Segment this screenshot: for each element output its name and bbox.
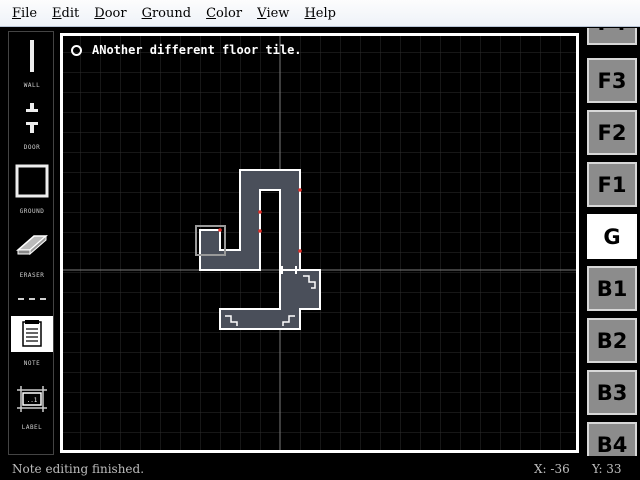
floor-button-b2[interactable]: B2 bbox=[587, 318, 637, 363]
menu-view[interactable]: View bbox=[249, 0, 296, 26]
note-text: ANother different floor tile. bbox=[92, 43, 302, 57]
status-bar: Note editing finished. X: -36 Y: 33 bbox=[0, 458, 640, 480]
eraser-icon bbox=[16, 234, 48, 256]
menu-color[interactable]: Color bbox=[198, 0, 249, 26]
note-marker[interactable] bbox=[258, 210, 262, 214]
menu-file[interactable]: File bbox=[4, 0, 44, 26]
door-tool-label: DOOR bbox=[23, 144, 41, 151]
cursor-y-readout: Y: 33 bbox=[592, 462, 622, 476]
note-circle-icon bbox=[71, 44, 82, 56]
door-icon bbox=[26, 103, 38, 133]
floor-button-f3[interactable]: F3 bbox=[587, 58, 637, 103]
note-marker[interactable] bbox=[298, 188, 302, 192]
note-marker[interactable] bbox=[258, 229, 262, 233]
label-box-icon: ..1 bbox=[17, 386, 47, 412]
note-tool-label: NOTE bbox=[23, 360, 41, 367]
label-tool[interactable]: ..1 LABEL bbox=[9, 382, 55, 438]
cursor-x-readout: X: -36 bbox=[534, 462, 570, 476]
eraser-tool[interactable]: ERASER bbox=[9, 228, 55, 284]
floor-button-b3[interactable]: B3 bbox=[587, 370, 637, 415]
floor-button-b1[interactable]: B1 bbox=[587, 266, 637, 311]
tool-palette: WALL DOOR GROUND ERASER NOTE ..1 LABEL bbox=[8, 31, 54, 455]
floor-button-b4[interactable]: B4 bbox=[587, 422, 637, 456]
floor-selector: F4 F3 F2 F1 G B1 B2 B3 B4 bbox=[584, 28, 640, 456]
door-tool[interactable]: DOOR bbox=[9, 100, 55, 156]
wall-icon bbox=[30, 40, 34, 72]
eraser-tool-label: ERASER bbox=[19, 272, 45, 279]
floor-button-g[interactable]: G bbox=[587, 214, 637, 259]
menu-bar: File Edit Door Ground Color View Help bbox=[0, 0, 640, 27]
toolbar-separator bbox=[18, 298, 46, 300]
svg-text:..1: ..1 bbox=[27, 397, 38, 404]
status-message: Note editing finished. bbox=[12, 462, 145, 476]
ground-tool[interactable]: GROUND bbox=[9, 164, 55, 220]
ground-square-icon bbox=[15, 164, 49, 198]
ground-tool-label: GROUND bbox=[19, 208, 45, 215]
note-marker[interactable] bbox=[298, 249, 302, 253]
menu-ground[interactable]: Ground bbox=[134, 0, 199, 26]
wall-tool-label: WALL bbox=[23, 82, 41, 89]
note-marker[interactable] bbox=[218, 228, 222, 232]
menu-edit[interactable]: Edit bbox=[44, 0, 86, 26]
wall-tool[interactable]: WALL bbox=[9, 38, 55, 94]
floor-button-f1[interactable]: F1 bbox=[587, 162, 637, 207]
menu-help[interactable]: Help bbox=[296, 0, 343, 26]
note-pad-icon bbox=[22, 320, 42, 347]
floor-button-f4[interactable]: F4 bbox=[587, 28, 637, 45]
floor-button-f2[interactable]: F2 bbox=[587, 110, 637, 155]
note-tool[interactable]: NOTE bbox=[9, 316, 55, 372]
map-grid bbox=[63, 36, 576, 450]
note-display: ANother different floor tile. bbox=[71, 40, 302, 60]
map-canvas[interactable]: ANother different floor tile. bbox=[60, 33, 579, 453]
label-tool-label: LABEL bbox=[21, 424, 43, 431]
grid-background bbox=[63, 36, 576, 450]
menu-door[interactable]: Door bbox=[86, 0, 133, 26]
